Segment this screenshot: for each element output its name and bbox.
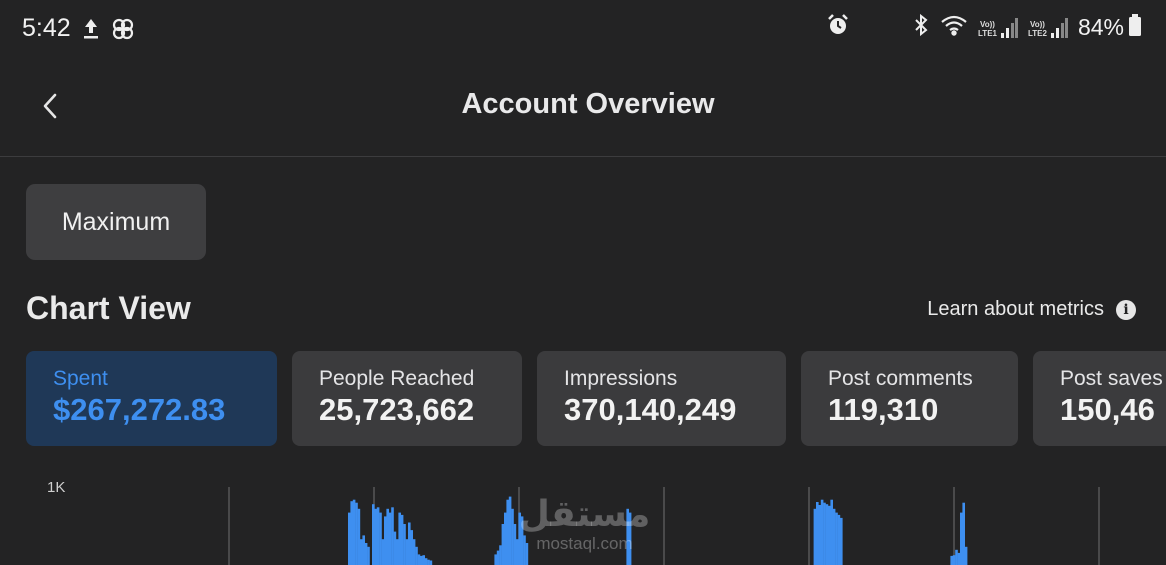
metric-card-impressions[interactable]: Impressions 370,140,249 (537, 351, 786, 446)
metric-card-people-reached[interactable]: People Reached 25,723,662 (292, 351, 522, 446)
chart-bar (955, 549, 958, 565)
date-range-button[interactable]: Maximum (26, 184, 206, 260)
chart-bar (837, 514, 841, 565)
page-title: Account Overview (461, 88, 715, 120)
chart-bar (830, 499, 833, 565)
metric-card-post-saves[interactable]: Post saves 150,46 (1033, 351, 1166, 446)
chart-bar (840, 517, 843, 565)
chart-bar (499, 545, 502, 565)
metric-label: Post comments (828, 367, 973, 390)
chart-bar (964, 546, 968, 565)
chart-bar (818, 505, 821, 565)
metric-cards: Spent $267,272.83 People Reached 25,723,… (0, 351, 1166, 446)
chart-bar (952, 555, 956, 565)
chart-bar (429, 560, 433, 565)
chart-bar (496, 550, 500, 565)
chart-bar (367, 546, 370, 565)
chart-bar (348, 512, 351, 565)
chart-bar (391, 507, 394, 565)
chart-bar (374, 508, 377, 565)
chart-bar (508, 496, 512, 565)
battery-percent: 84% (1077, 14, 1124, 40)
wifi-icon (940, 13, 968, 42)
chart-bar (400, 514, 404, 565)
metric-value: 150,46 (1060, 392, 1155, 427)
chart-bar (415, 546, 418, 565)
chart-bar (372, 504, 375, 565)
chart-bar (405, 539, 409, 565)
chart-bar (410, 530, 413, 565)
learn-about-metrics-label: Learn about metrics (927, 298, 1104, 320)
metric-value: $267,272.83 (53, 392, 226, 427)
chart-bar (424, 558, 428, 565)
metric-label: Spent (53, 367, 108, 390)
pinwheel-icon (110, 16, 136, 47)
metric-value: 119,310 (828, 392, 939, 427)
chart-bar (408, 522, 411, 565)
status-bar: 5:42 Vo)) LTE1 Vo)) LTE2 84% (0, 0, 1166, 58)
y-tick-label: 1K (47, 479, 65, 496)
metric-value: 370,140,249 (564, 392, 737, 427)
chart-bar (381, 539, 385, 565)
chart-bar (957, 552, 961, 565)
info-icon: i (1116, 299, 1136, 320)
signal-sim1-icon: Vo)) LTE1 (978, 17, 1018, 38)
chart-bar (364, 543, 368, 565)
chart-bar (816, 502, 819, 565)
metric-card-post-comments[interactable]: Post comments 119,310 (801, 351, 1018, 446)
status-time: 5:42 (22, 14, 71, 42)
chart-bar (386, 508, 389, 565)
signal-sim2-icon: Vo)) LTE2 (1028, 17, 1068, 38)
chart-bar (504, 512, 507, 565)
chart-bar (396, 539, 399, 565)
chart-bar (360, 539, 363, 565)
chart-bar (813, 508, 817, 565)
chart-bar (960, 512, 963, 565)
watermark-arabic: مستقل (518, 494, 651, 535)
metric-label: Impressions (564, 367, 678, 390)
metric-label: People Reached (319, 367, 475, 390)
metric-label: Post saves (1060, 367, 1163, 390)
chart-bar (384, 516, 387, 565)
chart-bar (422, 555, 425, 565)
chart-bar (506, 499, 509, 565)
chart-bar (398, 512, 401, 565)
chart-bar (403, 524, 406, 565)
app-header: Account Overview (0, 58, 1166, 157)
chart-bar (420, 555, 423, 565)
chart-view-title: Chart View (26, 290, 191, 326)
watermark-latin: mostaql.com (536, 534, 633, 553)
chart-bar (427, 559, 430, 565)
chart-bar (355, 502, 358, 565)
chart-bar (950, 555, 953, 565)
chart-bar (412, 539, 416, 565)
chart-bar (825, 504, 829, 565)
chart-bar (494, 554, 497, 565)
chart-bar (962, 502, 965, 565)
chart-bar (823, 502, 826, 565)
chart-bar (501, 524, 505, 565)
chart-bar (832, 508, 836, 565)
chart-bar (350, 501, 353, 565)
chart-bar (379, 512, 382, 565)
chart-bar (417, 554, 421, 565)
watermark: مستقل mostaql.com (512, 495, 657, 553)
chart-bar (362, 535, 365, 565)
bluetooth-icon (912, 13, 930, 42)
chart-bar (393, 531, 397, 565)
chart-bar (357, 508, 361, 565)
upload-icon (82, 16, 100, 47)
battery-icon (1128, 13, 1142, 42)
chart-bar (352, 499, 356, 565)
chart-bar (376, 507, 380, 565)
metric-card-spent[interactable]: Spent $267,272.83 (26, 351, 277, 446)
chart-bar (835, 512, 838, 565)
chart-bar (828, 505, 831, 565)
alarm-icon (826, 13, 850, 42)
metric-value: 25,723,662 (319, 392, 475, 427)
chart-bar (388, 512, 392, 565)
chart-bar (820, 499, 824, 565)
learn-about-metrics-link[interactable]: Learn about metrics i (927, 298, 1136, 321)
